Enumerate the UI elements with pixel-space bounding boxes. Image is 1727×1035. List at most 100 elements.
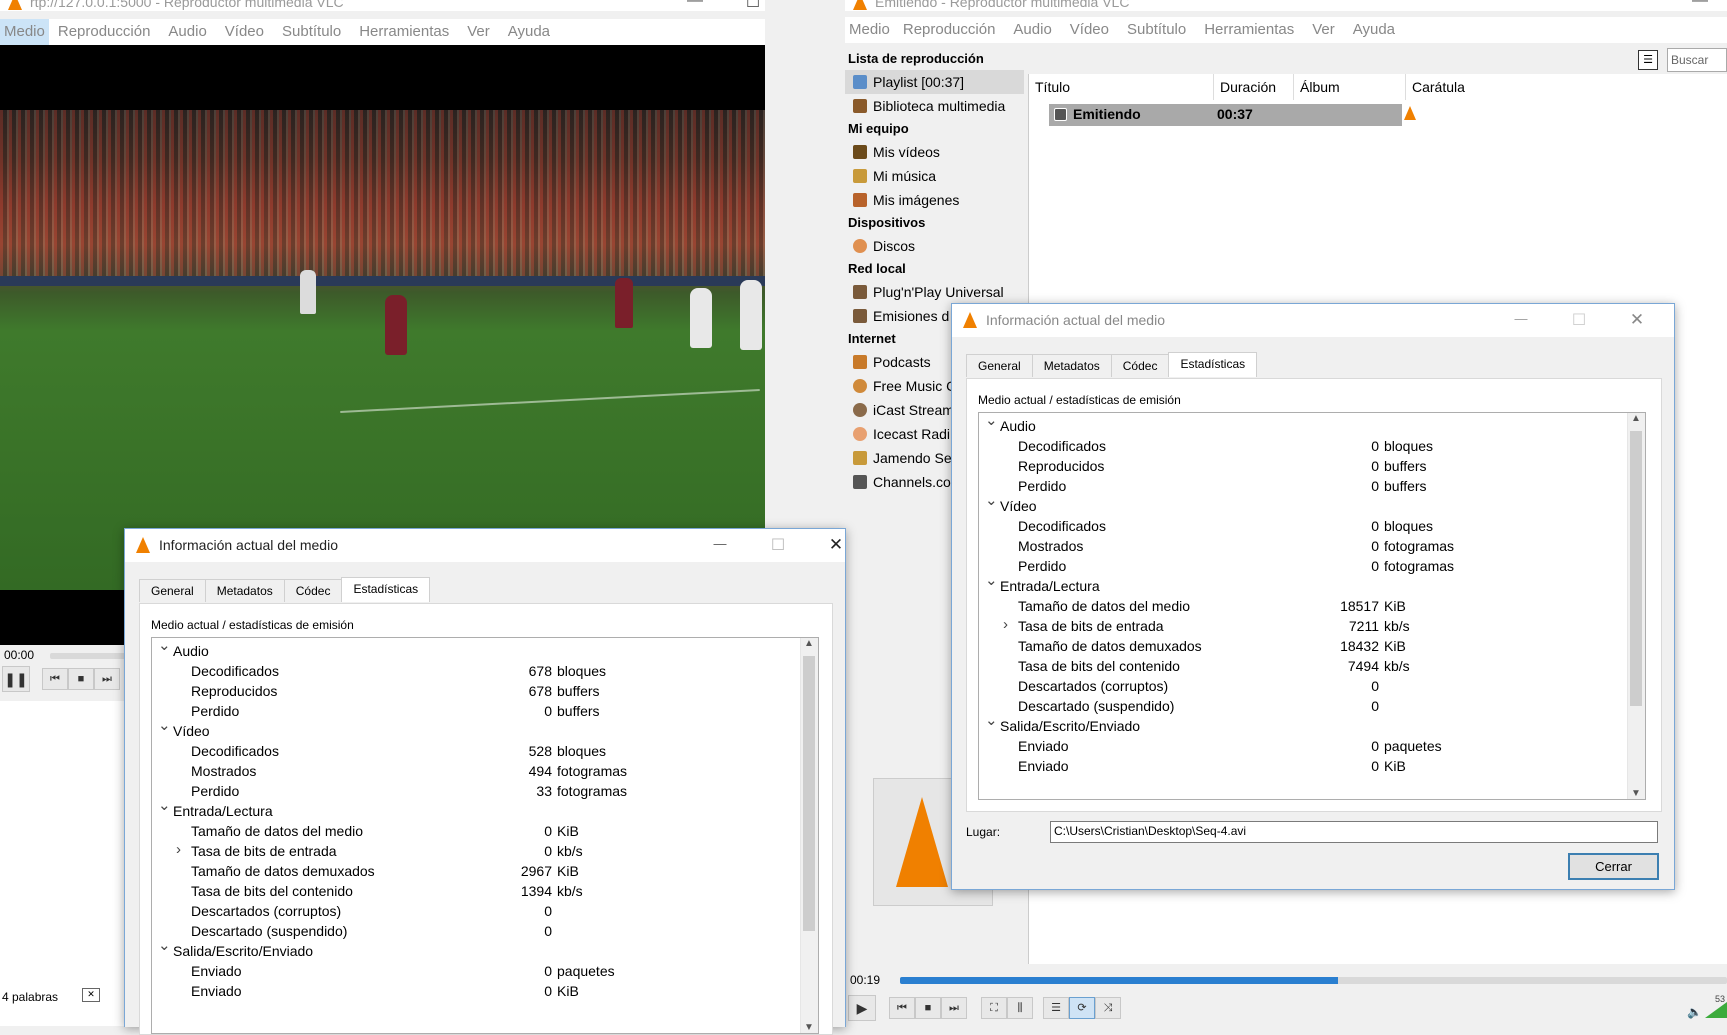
sidebar-item-videos[interactable]: Mis vídeos bbox=[845, 140, 1028, 164]
stats-section-row[interactable]: ⌄ Entrada/Lectura bbox=[979, 572, 1627, 596]
stats-row[interactable]: Descartados (corruptos) 0 bbox=[979, 676, 1627, 696]
maximize-icon[interactable]: ☐ bbox=[755, 535, 801, 555]
scroll-up-icon[interactable]: ▲ bbox=[804, 638, 814, 649]
sidebar-item-upnp[interactable]: Plug'n'Play Universal bbox=[845, 280, 1028, 304]
search-input[interactable]: Buscar bbox=[1667, 48, 1727, 72]
minimize-icon[interactable]: — bbox=[1677, 0, 1723, 10]
stats-section-row[interactable]: ⌄ Vídeo bbox=[979, 492, 1627, 516]
maximize-icon[interactable]: ☐ bbox=[730, 0, 765, 12]
close-icon[interactable]: ✕ bbox=[1614, 310, 1660, 330]
stop-button[interactable]: ■ bbox=[68, 668, 94, 690]
shuffle-button[interactable]: ⤨ bbox=[1095, 997, 1121, 1019]
menu-subtitulo[interactable]: Subtítulo bbox=[273, 19, 350, 45]
menu-video[interactable]: Vídeo bbox=[1061, 17, 1118, 43]
sidebar-item-music[interactable]: Mi música bbox=[845, 164, 1028, 188]
tab-metadatos[interactable]: Metadatos bbox=[204, 579, 285, 602]
playlist-button[interactable]: ☰ bbox=[1043, 997, 1069, 1019]
volume-slider[interactable] bbox=[1705, 1002, 1727, 1018]
tab-estadisticas[interactable]: Estadísticas bbox=[341, 577, 431, 602]
collapse-chevron-icon[interactable]: ⌄ bbox=[158, 796, 171, 816]
menu-ayuda[interactable]: Ayuda bbox=[499, 19, 559, 45]
stats-row[interactable]: Decodificados 0 bloques bbox=[979, 516, 1627, 536]
stats-row[interactable]: Decodificados 528 bloques bbox=[152, 741, 800, 761]
stats-row[interactable]: Tasa de bits del contenido 1394 kb/s bbox=[152, 881, 800, 901]
tab-codec[interactable]: Códec bbox=[283, 579, 343, 602]
stats-row[interactable]: Decodificados 678 bloques bbox=[152, 661, 800, 681]
stats-row[interactable]: Enviado 0 KiB bbox=[152, 981, 800, 1001]
collapse-chevron-icon[interactable]: ⌄ bbox=[158, 936, 171, 956]
stats-scrollbar[interactable]: ▲ ▼ bbox=[1627, 413, 1645, 799]
column-duration[interactable]: Duración bbox=[1214, 74, 1294, 100]
menu-reproduccion[interactable]: Reproducción bbox=[894, 17, 1005, 43]
sidebar-item-images[interactable]: Mis imágenes bbox=[845, 188, 1028, 212]
tab-metadatos[interactable]: Metadatos bbox=[1031, 354, 1112, 377]
sidebar-item-media-library[interactable]: Biblioteca multimedia bbox=[845, 94, 1028, 118]
stats-section-row[interactable]: ⌄ Salida/Escrito/Enviado bbox=[979, 712, 1627, 736]
stats-row[interactable]: Perdido 0 fotogramas bbox=[979, 556, 1627, 576]
menu-reproduccion[interactable]: Reproducción bbox=[49, 19, 160, 45]
column-title[interactable]: Título bbox=[1029, 74, 1214, 100]
tab-general[interactable]: General bbox=[966, 354, 1033, 377]
right-seek-bar[interactable] bbox=[900, 977, 1727, 984]
playlist-view-toggle[interactable]: ☰ bbox=[1638, 50, 1658, 70]
menu-video[interactable]: Vídeo bbox=[216, 19, 273, 45]
stats-section-row[interactable]: ⌄ Entrada/Lectura bbox=[152, 797, 800, 821]
menu-ayuda[interactable]: Ayuda bbox=[1344, 17, 1404, 43]
stats-row[interactable]: Perdido 0 buffers bbox=[152, 701, 800, 721]
expand-chevron-icon[interactable]: › bbox=[176, 840, 181, 860]
menu-herramientas[interactable]: Herramientas bbox=[350, 19, 458, 45]
stop-button[interactable]: ■ bbox=[915, 997, 941, 1019]
menu-herramientas[interactable]: Herramientas bbox=[1195, 17, 1303, 43]
stats-row[interactable]: Reproducidos 678 buffers bbox=[152, 681, 800, 701]
tab-estadisticas[interactable]: Estadísticas bbox=[1168, 352, 1258, 377]
stats-row[interactable]: Tasa de bits del contenido 7494 kb/s bbox=[979, 656, 1627, 676]
stats-section-row[interactable]: ⌄ Audio bbox=[979, 413, 1627, 436]
next-button[interactable]: ⏭ bbox=[941, 997, 967, 1019]
collapse-chevron-icon[interactable]: ⌄ bbox=[985, 413, 998, 431]
speaker-icon[interactable]: 🔈 bbox=[1687, 1005, 1702, 1019]
stats-row[interactable]: Mostrados 0 fotogramas bbox=[979, 536, 1627, 556]
stats-row[interactable]: Perdido 0 buffers bbox=[979, 476, 1627, 496]
maximize-icon[interactable]: ☐ bbox=[1556, 310, 1602, 330]
tab-codec[interactable]: Códec bbox=[1110, 354, 1170, 377]
stats-row[interactable]: Reproducidos 0 buffers bbox=[979, 456, 1627, 476]
menu-subtitulo[interactable]: Subtítulo bbox=[1118, 17, 1195, 43]
pause-button[interactable]: ❚❚ bbox=[2, 666, 30, 692]
collapse-chevron-icon[interactable]: ⌄ bbox=[985, 571, 998, 591]
stats-row[interactable]: Descartados (corruptos) 0 bbox=[152, 901, 800, 921]
stats-row[interactable]: › Tasa de bits de entrada 0 kb/s bbox=[152, 841, 800, 861]
next-button[interactable]: ⏭ bbox=[94, 668, 120, 690]
collapse-chevron-icon[interactable]: ⌄ bbox=[985, 491, 998, 511]
stats-row[interactable]: Descartado (suspendido) 0 bbox=[152, 921, 800, 941]
stats-section-row[interactable]: ⌄ Audio bbox=[152, 638, 800, 661]
scroll-thumb[interactable] bbox=[1630, 431, 1642, 706]
tab-general[interactable]: General bbox=[139, 579, 206, 602]
stats-row[interactable]: Mostrados 494 fotogramas bbox=[152, 761, 800, 781]
menu-medio[interactable]: Medio bbox=[0, 19, 49, 45]
scroll-thumb[interactable] bbox=[803, 656, 815, 931]
expand-chevron-icon[interactable]: › bbox=[1003, 615, 1008, 635]
stats-row[interactable]: › Tasa de bits de entrada 7211 kb/s bbox=[979, 616, 1627, 636]
stats-row[interactable]: Perdido 33 fotogramas bbox=[152, 781, 800, 801]
stats-row[interactable]: Enviado 0 paquetes bbox=[979, 736, 1627, 756]
stats-row[interactable]: Tamaño de datos demuxados 18432 KiB bbox=[979, 636, 1627, 656]
loop-button[interactable]: ⟳ bbox=[1069, 997, 1095, 1019]
sidebar-item-playlist[interactable]: Playlist [00:37] bbox=[845, 70, 1024, 94]
close-icon[interactable]: ✕ bbox=[813, 535, 859, 555]
stats-row[interactable]: Descartado (suspendido) 0 bbox=[979, 696, 1627, 716]
menu-ver[interactable]: Ver bbox=[1303, 17, 1344, 43]
play-button[interactable]: ▶ bbox=[848, 995, 876, 1021]
stats-row[interactable]: Tamaño de datos demuxados 2967 KiB bbox=[152, 861, 800, 881]
sidebar-item-discs[interactable]: Discos bbox=[845, 234, 1028, 258]
stats-scrollbar[interactable]: ▲ ▼ bbox=[800, 638, 818, 1033]
previous-button[interactable]: ⏮ bbox=[889, 997, 915, 1019]
scroll-up-icon[interactable]: ▲ bbox=[1631, 413, 1641, 424]
collapse-chevron-icon[interactable]: ⌄ bbox=[985, 711, 998, 731]
stats-section-row[interactable]: ⌄ Vídeo bbox=[152, 717, 800, 741]
stats-row[interactable]: Enviado 0 paquetes bbox=[152, 961, 800, 981]
stats-tree[interactable]: ⌄ Audio Decodificados 0 bloques Reproducidos 0… bbox=[978, 412, 1646, 800]
extended-settings-button[interactable]: ⫼ bbox=[1007, 997, 1033, 1019]
collapse-chevron-icon[interactable]: ⌄ bbox=[158, 638, 171, 656]
minimize-icon[interactable]: — bbox=[697, 536, 743, 551]
column-cover[interactable]: Carátula bbox=[1406, 74, 1566, 100]
